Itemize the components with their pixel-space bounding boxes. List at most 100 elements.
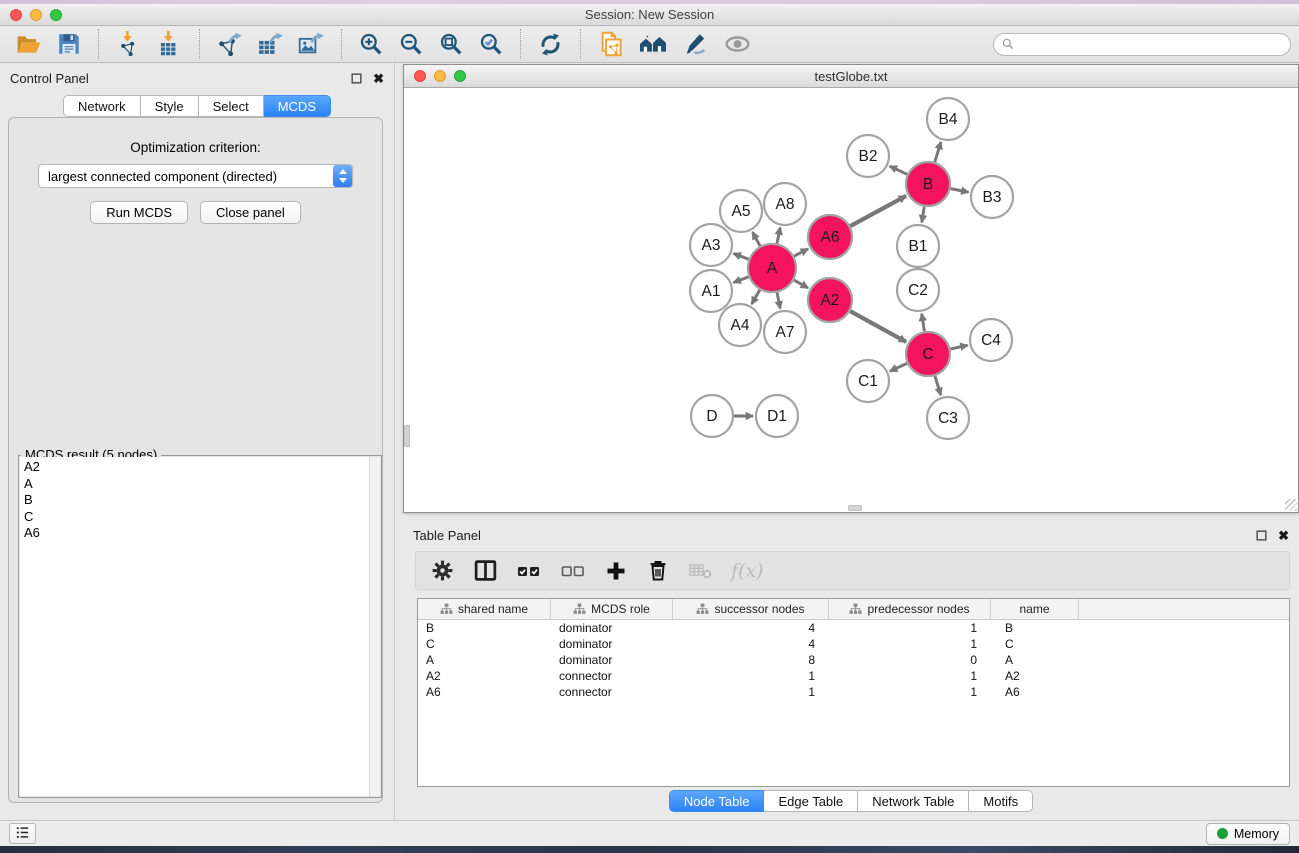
edge-A-A1[interactable]	[734, 277, 749, 283]
select-all-icon[interactable]	[514, 558, 544, 584]
table-cell[interactable]: connector	[551, 669, 673, 683]
table-cell[interactable]: 1	[829, 685, 991, 699]
table-cell[interactable]: B	[991, 621, 1079, 635]
mcds-result-item[interactable]: A2	[24, 459, 369, 476]
network-window-titlebar[interactable]: testGlobe.txt	[404, 65, 1298, 88]
table-row[interactable]: A2connector11A2	[418, 668, 1289, 684]
tab-select[interactable]: Select	[199, 95, 264, 117]
close-panel-button[interactable]: Close panel	[200, 201, 301, 224]
import-network-icon[interactable]	[108, 29, 149, 60]
float-table-panel-icon[interactable]	[1255, 529, 1268, 542]
table-cell[interactable]: 1	[673, 669, 829, 683]
run-mcds-button[interactable]: Run MCDS	[90, 201, 188, 224]
export-image-icon[interactable]	[291, 29, 332, 60]
tab-motifs[interactable]: Motifs	[969, 790, 1033, 812]
open-folder-icon[interactable]	[8, 29, 49, 59]
table-row[interactable]: Bdominator41B	[418, 620, 1289, 636]
table-row[interactable]: Cdominator41C	[418, 636, 1289, 652]
export-table-icon[interactable]	[250, 29, 291, 60]
table-cell[interactable]: A2	[991, 669, 1079, 683]
zoom-selected-icon[interactable]	[471, 29, 511, 59]
node-table[interactable]: shared nameMCDS rolesuccessor nodesprede…	[417, 598, 1290, 787]
horizontal-scroll-thumb[interactable]	[848, 505, 862, 511]
close-table-panel-icon[interactable]: ✖	[1278, 529, 1289, 542]
table-cell[interactable]: C	[418, 637, 551, 651]
add-column-icon[interactable]	[602, 557, 630, 585]
edge-A-A2[interactable]	[794, 280, 808, 288]
edge-B-B1[interactable]	[922, 207, 925, 223]
gear-icon[interactable]	[428, 556, 457, 585]
delete-column-icon[interactable]	[644, 556, 672, 585]
save-icon[interactable]	[49, 29, 89, 59]
vertical-scroll-thumb[interactable]	[404, 425, 410, 447]
table-row[interactable]: Adominator80A	[418, 652, 1289, 668]
zoom-in-icon[interactable]	[351, 29, 391, 59]
network-canvas[interactable]: AA6A2BCA5A8A3A1A4A7B2B4B3B1C2C4C1C3DD1	[404, 88, 1298, 512]
table-cell[interactable]: connector	[551, 685, 673, 699]
table-row[interactable]: A6connector11A6	[418, 684, 1289, 700]
edge-A-A6[interactable]	[794, 249, 808, 256]
snapshot-icon[interactable]	[590, 28, 631, 60]
table-cell[interactable]: 4	[673, 637, 829, 651]
edge-C-C1[interactable]	[890, 363, 907, 371]
zoom-fit-icon[interactable]	[431, 29, 471, 59]
column-header-predecessor-nodes[interactable]: predecessor nodes	[829, 599, 991, 619]
edge-B-B3[interactable]	[951, 189, 969, 193]
table-cell[interactable]: 0	[829, 653, 991, 667]
table-cell[interactable]: A2	[418, 669, 551, 683]
table-cell[interactable]: C	[991, 637, 1079, 651]
edge-B-B2[interactable]	[890, 166, 908, 174]
edge-A-A5[interactable]	[753, 232, 761, 246]
edge-A-A3[interactable]	[734, 254, 749, 260]
table-cell[interactable]: A	[418, 653, 551, 667]
table-cell[interactable]: 8	[673, 653, 829, 667]
deselect-all-icon[interactable]	[558, 558, 588, 584]
tab-style[interactable]: Style	[141, 95, 199, 117]
column-header-name[interactable]: name	[991, 599, 1079, 619]
export-network-icon[interactable]	[209, 29, 250, 60]
refresh-icon[interactable]	[530, 29, 571, 60]
home-icon[interactable]	[631, 29, 675, 59]
table-cell[interactable]: dominator	[551, 653, 673, 667]
table-cell[interactable]: dominator	[551, 621, 673, 635]
table-cell[interactable]: B	[418, 621, 551, 635]
edge-C-C2[interactable]	[922, 314, 925, 332]
zoom-out-icon[interactable]	[391, 29, 431, 59]
mcds-result-scrollbar[interactable]	[369, 457, 380, 796]
tab-edge-table[interactable]: Edge Table	[764, 790, 858, 812]
tab-network-table[interactable]: Network Table	[858, 790, 969, 812]
split-columns-icon[interactable]	[471, 556, 500, 585]
edge-A6-B[interactable]	[850, 196, 906, 226]
session-titlebar[interactable]: Session: New Session	[0, 4, 1299, 26]
mcds-result-list[interactable]: A2ABCA6	[20, 457, 369, 796]
edge-A2-C[interactable]	[850, 311, 906, 342]
search-input[interactable]	[993, 33, 1291, 56]
mcds-result-item[interactable]: B	[24, 492, 369, 509]
table-cell[interactable]: 4	[673, 621, 829, 635]
edge-A-A7[interactable]	[777, 293, 780, 309]
mcds-result-item[interactable]: A6	[24, 525, 369, 542]
tab-node-table[interactable]: Node Table	[669, 790, 765, 812]
eye-icon[interactable]	[716, 29, 759, 59]
annotation-icon[interactable]	[675, 29, 716, 59]
table-cell[interactable]: 1	[829, 669, 991, 683]
column-header-mcds-role[interactable]: MCDS role	[551, 599, 673, 619]
table-cell[interactable]: A6	[991, 685, 1079, 699]
tab-network[interactable]: Network	[63, 95, 141, 117]
edge-A-A4[interactable]	[752, 290, 760, 304]
edge-A-A8[interactable]	[777, 228, 780, 244]
column-header-shared-name[interactable]: shared name	[418, 599, 551, 619]
tab-mcds[interactable]: MCDS	[264, 95, 331, 117]
table-cell[interactable]: A	[991, 653, 1079, 667]
resize-grip-icon[interactable]	[1285, 499, 1297, 511]
float-panel-icon[interactable]	[350, 72, 363, 85]
close-panel-icon[interactable]: ✖	[373, 72, 384, 85]
mcds-result-item[interactable]: A	[24, 476, 369, 493]
memory-button[interactable]: Memory	[1206, 823, 1290, 845]
criterion-dropdown[interactable]: largest connected component (directed)	[38, 164, 353, 188]
table-cell[interactable]: 1	[829, 621, 991, 635]
edge-B-B4[interactable]	[935, 142, 941, 162]
edge-C-C3[interactable]	[935, 376, 941, 395]
table-cell[interactable]: 1	[829, 637, 991, 651]
table-cell[interactable]: 1	[673, 685, 829, 699]
